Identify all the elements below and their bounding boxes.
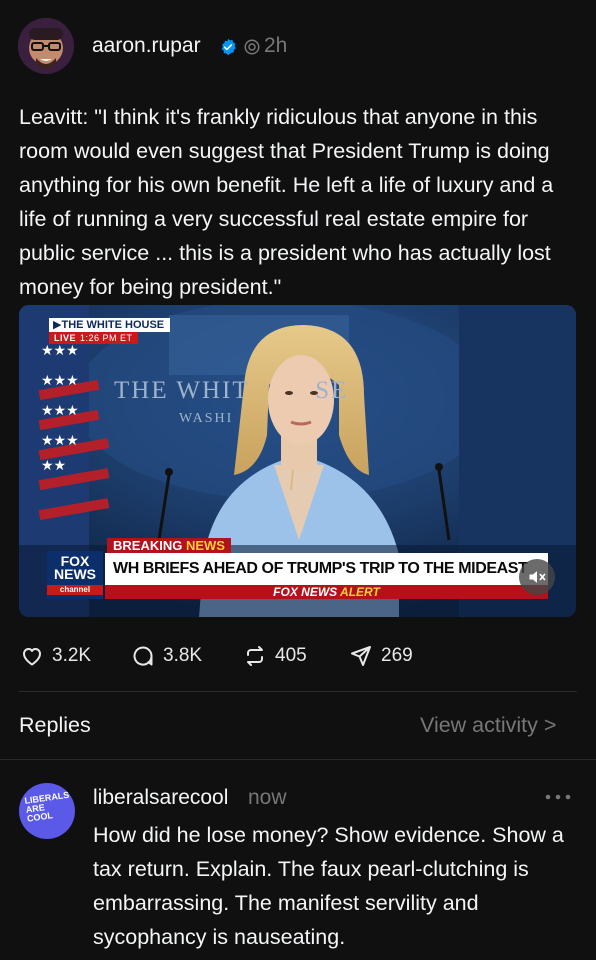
threads-logo-icon [244,39,260,55]
svg-text:★★★: ★★★ [41,372,79,388]
verified-badge-icon [221,38,236,56]
svg-text:★★★: ★★★ [41,342,79,358]
backdrop-text: THE WHIT SE [114,377,349,404]
author-avatar[interactable] [18,18,74,74]
alert-prefix: FOX NEWS [273,585,341,599]
replies-heading: Replies [19,713,91,737]
reply-author-avatar[interactable]: LIBERALS ARE COOL [19,783,75,839]
speaker-muted-icon [529,571,546,583]
like-button[interactable]: 3.2K [20,642,91,670]
breaking-news-tag: BREAKING NEWS [107,538,231,553]
author-username[interactable]: aaron.rupar [92,34,201,58]
heart-icon [23,648,41,666]
news-headline: WH BRIEFS AHEAD OF TRUMP'S TRIP TO THE M… [105,553,548,585]
post-video[interactable]: ★★★ ★★★ ★★★ ★★★ ★★ ▶THE WHITE HOUSE LIVE… [19,305,576,617]
mute-button[interactable] [519,559,555,595]
more-options-icon[interactable] [544,792,572,802]
view-activity-link[interactable]: View activity > [420,713,556,738]
backdrop-subtext: WASHI [179,411,234,426]
alert-word: ALERT [340,585,380,599]
divider [19,691,577,692]
network-logo-line2: NEWS [54,566,96,582]
reply-text: How did he lose money? Show evidence. Sh… [93,823,564,949]
network-logo-line3: channel [47,585,103,595]
location-tag: ▶THE WHITE HOUSE [49,318,171,332]
svg-text:★★: ★★ [41,457,66,473]
reply-button[interactable]: 3.8K [131,642,202,670]
reply-username[interactable]: liberalsarecool [93,786,228,810]
share-button[interactable]: 269 [349,642,413,670]
live-time: 1:26 PM ET [80,333,133,343]
news-alert-bar: FOX NEWS ALERT [105,585,548,599]
reply-avatar-text: LIBERALS ARE COOL [23,789,70,824]
repost-button[interactable]: 405 [243,642,307,670]
repost-count: 405 [275,645,307,666]
live-label: LIVE [54,333,77,343]
divider [0,759,596,760]
breaking-prefix: BREAKING [113,538,186,553]
network-logo: FOX NEWS channel [47,551,103,599]
post-text: Leavitt: "I think it's frankly ridiculou… [19,105,554,299]
repost-icon [247,646,263,666]
location-tag-text: THE WHITE HOUSE [61,319,165,331]
reply-timestamp: now [248,786,287,809]
reply-count: 3.8K [163,645,203,666]
send-icon [351,646,371,666]
svg-text:★★★: ★★★ [41,402,79,418]
post-timestamp: 2h [264,34,288,57]
like-count: 3.2K [52,645,92,666]
breaking-word: NEWS [185,538,225,553]
share-count: 269 [381,645,413,666]
comment-icon [133,646,153,666]
avatar-image [18,18,74,74]
live-tag: LIVE 1:26 PM ET [49,332,138,344]
svg-text:★★★: ★★★ [41,432,79,448]
